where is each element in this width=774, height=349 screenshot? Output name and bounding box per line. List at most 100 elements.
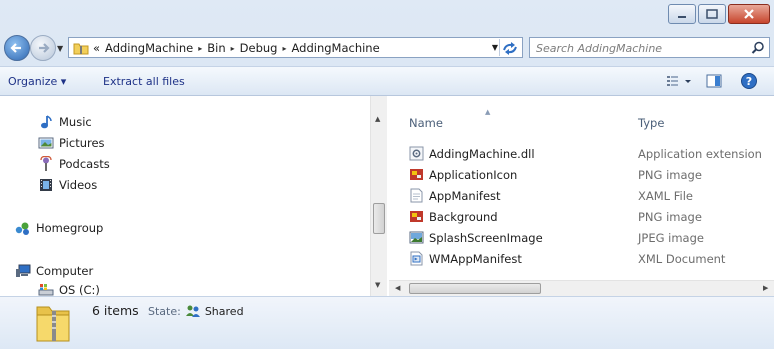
- back-button[interactable]: [4, 35, 30, 61]
- jpeg-icon: [409, 231, 424, 244]
- navigation-scrollbar[interactable]: ▲ ▼: [370, 96, 387, 296]
- close-button[interactable]: [728, 4, 770, 24]
- file-row[interactable]: ApplicationIcon PNG image: [389, 165, 774, 186]
- address-bar[interactable]: « AddingMachine ▸ Bin ▸ Debug ▸ AddingMa…: [68, 37, 523, 58]
- title-bar: [0, 0, 774, 32]
- breadcrumb-separator[interactable]: ▸: [282, 44, 286, 53]
- xml-icon: [410, 251, 423, 266]
- scrollbar-thumb[interactable]: [409, 283, 541, 294]
- png-icon: [410, 211, 423, 222]
- extract-all-button[interactable]: Extract all files: [103, 75, 185, 88]
- file-row[interactable]: SplashScreenImage JPEG image: [389, 228, 774, 249]
- search-icon[interactable]: [751, 41, 765, 55]
- item-count: 6 items: [92, 303, 139, 318]
- minimize-icon: [678, 16, 686, 18]
- sort-arrow-icon: ▲: [485, 108, 491, 116]
- file-row[interactable]: AddingMachine.dll Application extension: [389, 144, 774, 165]
- recent-pages-dropdown[interactable]: ▼: [57, 44, 63, 53]
- music-icon: [38, 114, 54, 130]
- nav-item-label: Podcasts: [59, 157, 110, 171]
- file-row[interactable]: Background PNG image: [389, 207, 774, 228]
- nav-item-label: Videos: [59, 178, 98, 192]
- nav-item-podcasts[interactable]: Podcasts: [38, 155, 110, 172]
- scrollbar-thumb[interactable]: [373, 203, 385, 234]
- scroll-left-arrow[interactable]: ◀: [395, 284, 400, 292]
- view-options-icon: [667, 76, 691, 86]
- organize-menu[interactable]: Organize ▾: [8, 75, 66, 88]
- file-name: Background: [429, 210, 498, 224]
- scroll-up-arrow[interactable]: ▲: [375, 115, 380, 123]
- arrow-right-icon: [39, 43, 50, 53]
- preview-pane-icon: [706, 74, 722, 88]
- scroll-right-arrow[interactable]: ▶: [763, 284, 768, 292]
- file-name: AddingMachine.dll: [429, 147, 535, 161]
- forward-button[interactable]: [30, 35, 56, 61]
- nav-item-label: Computer: [36, 264, 94, 278]
- address-row: ▼ « AddingMachine ▸ Bin ▸ Debug ▸ Adding…: [0, 32, 774, 64]
- nav-item-homegroup[interactable]: Homegroup: [15, 220, 103, 236]
- state-value: Shared: [204, 304, 244, 318]
- address-history-dropdown[interactable]: ▼: [492, 43, 498, 52]
- explorer-window: ▼ « AddingMachine ▸ Bin ▸ Debug ▸ Adding…: [0, 0, 774, 349]
- shared-users-icon: [185, 305, 200, 317]
- file-list-scrollbar[interactable]: ◀ ▶: [389, 280, 774, 296]
- drive-icon: [38, 282, 54, 296]
- file-type: XAML File: [638, 189, 693, 203]
- folder-zip-icon: [73, 43, 89, 55]
- breadcrumb-item[interactable]: AddingMachine: [291, 41, 379, 55]
- details-pane: 6 items State: Shared: [0, 296, 774, 349]
- nav-item-label: OS (C:): [59, 283, 100, 296]
- help-icon: ?: [741, 73, 757, 89]
- search-box[interactable]: [529, 37, 770, 58]
- view-options-button[interactable]: [666, 72, 696, 93]
- png-icon: [410, 169, 423, 180]
- file-name: AppManifest: [429, 189, 501, 203]
- xaml-icon: [410, 188, 423, 203]
- file-name: WMAppManifest: [429, 252, 522, 266]
- arrow-left-icon: [10, 43, 21, 53]
- breadcrumb-separator[interactable]: ▸: [198, 44, 202, 53]
- breadcrumb-item[interactable]: Bin: [207, 41, 225, 55]
- maximize-button[interactable]: [698, 4, 726, 24]
- column-header-type[interactable]: Type: [638, 116, 664, 130]
- caption-buttons: [666, 4, 770, 24]
- nav-item-videos[interactable]: Videos: [38, 177, 97, 193]
- refresh-icon: [503, 42, 517, 55]
- file-row[interactable]: AppManifest XAML File: [389, 186, 774, 207]
- command-bar: Organize ▾ Extract all files ?: [0, 66, 774, 96]
- column-header-name[interactable]: Name: [409, 116, 443, 130]
- nav-item-label: Music: [59, 115, 92, 129]
- breadcrumb-separator[interactable]: ▸: [231, 44, 235, 53]
- navigation-pane: Music Pictures Podcasts Videos Homegroup…: [0, 96, 370, 296]
- nav-item-computer[interactable]: Computer: [15, 263, 93, 279]
- content-area: Music Pictures Podcasts Videos Homegroup…: [0, 96, 774, 296]
- close-icon: [744, 9, 754, 19]
- breadcrumb-item[interactable]: AddingMachine: [105, 41, 193, 55]
- file-row[interactable]: WMAppManifest XML Document: [389, 249, 774, 270]
- videos-icon: [38, 177, 54, 193]
- dll-icon: [409, 146, 424, 161]
- refresh-button[interactable]: [499, 39, 520, 56]
- state-label: State:: [148, 304, 181, 318]
- pictures-icon: [38, 135, 54, 151]
- file-type: PNG image: [638, 210, 702, 224]
- file-name: ApplicationIcon: [429, 168, 518, 182]
- minimize-button[interactable]: [668, 4, 696, 24]
- search-input[interactable]: [534, 40, 738, 57]
- scroll-down-arrow[interactable]: ▼: [375, 281, 380, 289]
- file-type: XML Document: [638, 252, 726, 266]
- homegroup-icon: [15, 220, 31, 236]
- nav-item-music[interactable]: Music: [38, 114, 92, 130]
- nav-item-pictures[interactable]: Pictures: [38, 135, 105, 151]
- nav-item-os-drive[interactable]: OS (C:): [38, 282, 100, 296]
- share-state: State: Shared: [148, 304, 244, 318]
- svg-text:?: ?: [746, 75, 752, 88]
- computer-icon: [15, 263, 31, 279]
- preview-pane-button[interactable]: [705, 72, 723, 93]
- file-name: SplashScreenImage: [429, 231, 543, 245]
- help-button[interactable]: ?: [740, 72, 758, 93]
- file-type: PNG image: [638, 168, 702, 182]
- podcasts-icon: [38, 155, 54, 172]
- breadcrumb-overflow[interactable]: «: [93, 41, 100, 55]
- breadcrumb-item[interactable]: Debug: [240, 41, 278, 55]
